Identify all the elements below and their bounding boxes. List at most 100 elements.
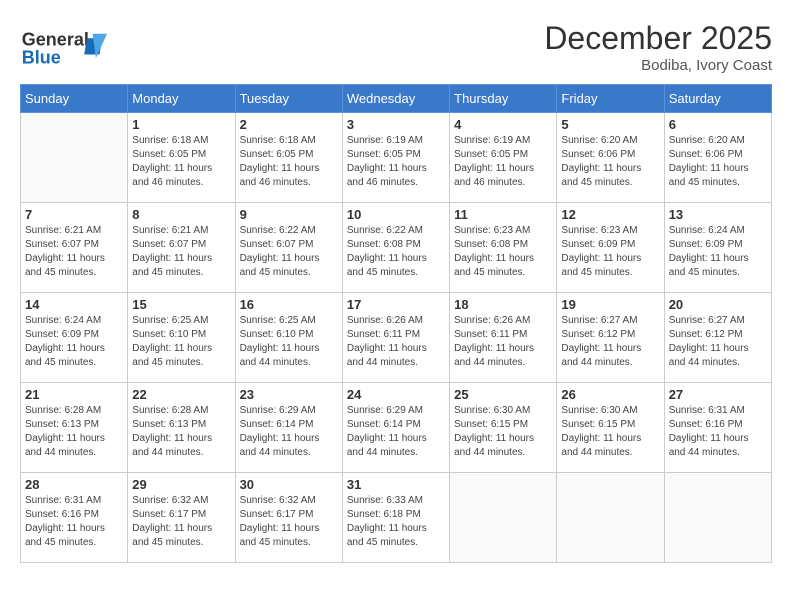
day-of-week-header: Thursday: [450, 85, 557, 113]
day-of-week-header: Sunday: [21, 85, 128, 113]
calendar-week-row: 21 Sunrise: 6:28 AMSunset: 6:13 PMDayligh…: [21, 383, 772, 473]
svg-text:Blue: Blue: [22, 47, 61, 67]
calendar-cell: 12Sunrise: 6:23 AMSunset: 6:09 PMDayligh…: [557, 203, 664, 293]
calendar-cell: 20Sunrise: 6:27 AMSunset: 6:12 PMDayligh…: [664, 293, 771, 383]
day-info: Sunrise: 6:24 AMSunset: 6:09 PMDaylight:…: [25, 314, 123, 370]
calendar-cell: 21 Sunrise: 6:28 AMSunset: 6:13 PMDayligh…: [21, 383, 128, 473]
day-of-week-header: Saturday: [664, 85, 771, 113]
calendar-cell: 18 Sunrise: 6:26 AMSunset: 6:11 PMDayligh…: [450, 293, 557, 383]
day-info: Sunrise: 6:31 AMSunset: 6:16 PMDaylight:…: [25, 494, 123, 550]
day-info: Sunrise: 6:21 AMSunset: 6:07 PMDaylight:…: [132, 224, 230, 280]
day-info: Sunrise: 6:29 AMSunset: 6:14 PMDaylight:…: [347, 404, 445, 460]
calendar-table: SundayMondayTuesdayWednesdayThursdayFrid…: [20, 84, 772, 563]
calendar-cell: 17 Sunrise: 6:26 AMSunset: 6:11 PMDayligh…: [342, 293, 449, 383]
calendar-cell: 31 Sunrise: 6:33 AMSunset: 6:18 PMDayligh…: [342, 473, 449, 563]
day-number: 31: [347, 477, 445, 492]
day-info: Sunrise: 6:30 AMSunset: 6:15 PMDaylight:…: [454, 404, 552, 460]
calendar-cell: 16 Sunrise: 6:25 AMSunset: 6:10 PMDayligh…: [235, 293, 342, 383]
day-number: 12: [561, 207, 659, 222]
day-number: 10: [347, 207, 445, 222]
calendar-cell: 2Sunrise: 6:18 AMSunset: 6:05 PMDaylight…: [235, 113, 342, 203]
day-info: Sunrise: 6:18 AMSunset: 6:05 PMDaylight:…: [132, 134, 230, 190]
calendar-cell: 28 Sunrise: 6:31 AMSunset: 6:16 PMDayligh…: [21, 473, 128, 563]
day-info: Sunrise: 6:28 AMSunset: 6:13 PMDaylight:…: [132, 404, 230, 460]
day-number: 6: [669, 117, 767, 132]
day-number: 3: [347, 117, 445, 132]
calendar-week-row: 28 Sunrise: 6:31 AMSunset: 6:16 PMDayligh…: [21, 473, 772, 563]
logo-svg: General Blue: [20, 20, 110, 70]
day-number: 2: [240, 117, 338, 132]
day-info: Sunrise: 6:32 AMSunset: 6:17 PMDaylight:…: [240, 494, 338, 550]
calendar-week-row: 7Sunrise: 6:21 AMSunset: 6:07 PMDaylight…: [21, 203, 772, 293]
day-number: 18: [454, 297, 552, 312]
day-number: 13: [669, 207, 767, 222]
day-number: 28: [25, 477, 123, 492]
day-info: Sunrise: 6:25 AMSunset: 6:10 PMDaylight:…: [240, 314, 338, 370]
svg-text:General: General: [22, 29, 89, 49]
calendar-header-row: SundayMondayTuesdayWednesdayThursdayFrid…: [21, 85, 772, 113]
day-number: 21: [25, 387, 123, 402]
calendar-cell: 15 Sunrise: 6:25 AMSunset: 6:10 PMDayligh…: [128, 293, 235, 383]
page-header: General Blue December 2025 Bodiba, Ivory…: [20, 20, 772, 74]
day-info: Sunrise: 6:26 AMSunset: 6:11 PMDaylight:…: [347, 314, 445, 370]
day-number: 17: [347, 297, 445, 312]
day-info: Sunrise: 6:19 AMSunset: 6:05 PMDaylight:…: [347, 134, 445, 190]
day-info: Sunrise: 6:29 AMSunset: 6:14 PMDaylight:…: [240, 404, 338, 460]
calendar-cell: 6 Sunrise: 6:20 AMSunset: 6:06 PMDaylight…: [664, 113, 771, 203]
day-info: Sunrise: 6:25 AMSunset: 6:10 PMDaylight:…: [132, 314, 230, 370]
day-info: Sunrise: 6:20 AMSunset: 6:06 PMDaylight:…: [669, 134, 767, 190]
day-info: Sunrise: 6:28 AMSunset: 6:13 PMDaylight:…: [25, 404, 123, 460]
location: Bodiba, Ivory Coast: [544, 57, 772, 74]
calendar-cell: 10 Sunrise: 6:22 AMSunset: 6:08 PMDayligh…: [342, 203, 449, 293]
day-number: 11: [454, 207, 552, 222]
day-of-week-header: Wednesday: [342, 85, 449, 113]
day-number: 4: [454, 117, 552, 132]
calendar-cell: 30 Sunrise: 6:32 AMSunset: 6:17 PMDayligh…: [235, 473, 342, 563]
day-number: 15: [132, 297, 230, 312]
day-number: 25: [454, 387, 552, 402]
day-info: Sunrise: 6:26 AMSunset: 6:11 PMDaylight:…: [454, 314, 552, 370]
day-number: 16: [240, 297, 338, 312]
day-info: Sunrise: 6:33 AMSunset: 6:18 PMDaylight:…: [347, 494, 445, 550]
day-info: Sunrise: 6:20 AMSunset: 6:06 PMDaylight:…: [561, 134, 659, 190]
day-number: 23: [240, 387, 338, 402]
calendar-cell: [450, 473, 557, 563]
day-number: 5: [561, 117, 659, 132]
day-info: Sunrise: 6:27 AMSunset: 6:12 PMDaylight:…: [561, 314, 659, 370]
day-of-week-header: Friday: [557, 85, 664, 113]
calendar-week-row: 1 Sunrise: 6:18 AMSunset: 6:05 PMDaylight…: [21, 113, 772, 203]
day-info: Sunrise: 6:23 AMSunset: 6:08 PMDaylight:…: [454, 224, 552, 280]
day-info: Sunrise: 6:19 AMSunset: 6:05 PMDaylight:…: [454, 134, 552, 190]
calendar-cell: 25 Sunrise: 6:30 AMSunset: 6:15 PMDayligh…: [450, 383, 557, 473]
day-info: Sunrise: 6:31 AMSunset: 6:16 PMDaylight:…: [669, 404, 767, 460]
calendar-cell: 13 Sunrise: 6:24 AMSunset: 6:09 PMDayligh…: [664, 203, 771, 293]
day-info: Sunrise: 6:22 AMSunset: 6:08 PMDaylight:…: [347, 224, 445, 280]
day-number: 29: [132, 477, 230, 492]
calendar-cell: [664, 473, 771, 563]
day-number: 20: [669, 297, 767, 312]
calendar-week-row: 14Sunrise: 6:24 AMSunset: 6:09 PMDayligh…: [21, 293, 772, 383]
calendar-cell: 27 Sunrise: 6:31 AMSunset: 6:16 PMDayligh…: [664, 383, 771, 473]
day-number: 19: [561, 297, 659, 312]
day-number: 9: [240, 207, 338, 222]
day-of-week-header: Monday: [128, 85, 235, 113]
day-info: Sunrise: 6:30 AMSunset: 6:15 PMDaylight:…: [561, 404, 659, 460]
day-number: 26: [561, 387, 659, 402]
day-number: 22: [132, 387, 230, 402]
day-number: 1: [132, 117, 230, 132]
calendar-cell: 7Sunrise: 6:21 AMSunset: 6:07 PMDaylight…: [21, 203, 128, 293]
calendar-cell: 14Sunrise: 6:24 AMSunset: 6:09 PMDayligh…: [21, 293, 128, 383]
calendar-cell: 5 Sunrise: 6:20 AMSunset: 6:06 PMDaylight…: [557, 113, 664, 203]
day-number: 30: [240, 477, 338, 492]
calendar-cell: 3 Sunrise: 6:19 AMSunset: 6:05 PMDaylight…: [342, 113, 449, 203]
day-number: 24: [347, 387, 445, 402]
day-info: Sunrise: 6:24 AMSunset: 6:09 PMDaylight:…: [669, 224, 767, 280]
day-info: Sunrise: 6:32 AMSunset: 6:17 PMDaylight:…: [132, 494, 230, 550]
day-info: Sunrise: 6:22 AMSunset: 6:07 PMDaylight:…: [240, 224, 338, 280]
calendar-cell: [557, 473, 664, 563]
calendar-cell: 22 Sunrise: 6:28 AMSunset: 6:13 PMDayligh…: [128, 383, 235, 473]
calendar-cell: 1 Sunrise: 6:18 AMSunset: 6:05 PMDaylight…: [128, 113, 235, 203]
day-number: 8: [132, 207, 230, 222]
calendar-cell: 26 Sunrise: 6:30 AMSunset: 6:15 PMDayligh…: [557, 383, 664, 473]
day-number: 27: [669, 387, 767, 402]
